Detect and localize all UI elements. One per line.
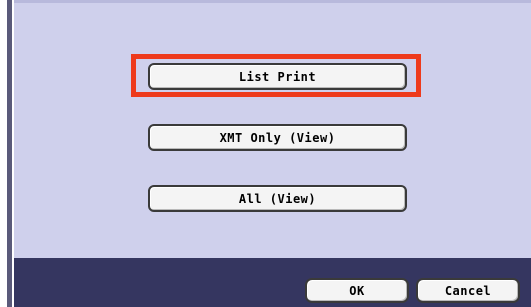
all-view-button[interactable]: All (View) — [148, 185, 407, 212]
left-border — [0, 0, 14, 307]
xmt-only-view-button[interactable]: XMT Only (View) — [148, 124, 407, 151]
cancel-button[interactable]: Cancel — [416, 278, 520, 303]
screen-frame: List Print XMT Only (View) All (View) OK… — [0, 0, 531, 307]
ok-button[interactable]: OK — [305, 278, 409, 303]
left-border-edge — [7, 0, 12, 307]
panel-top-edge — [14, 0, 531, 3]
list-print-button[interactable]: List Print — [148, 63, 407, 90]
